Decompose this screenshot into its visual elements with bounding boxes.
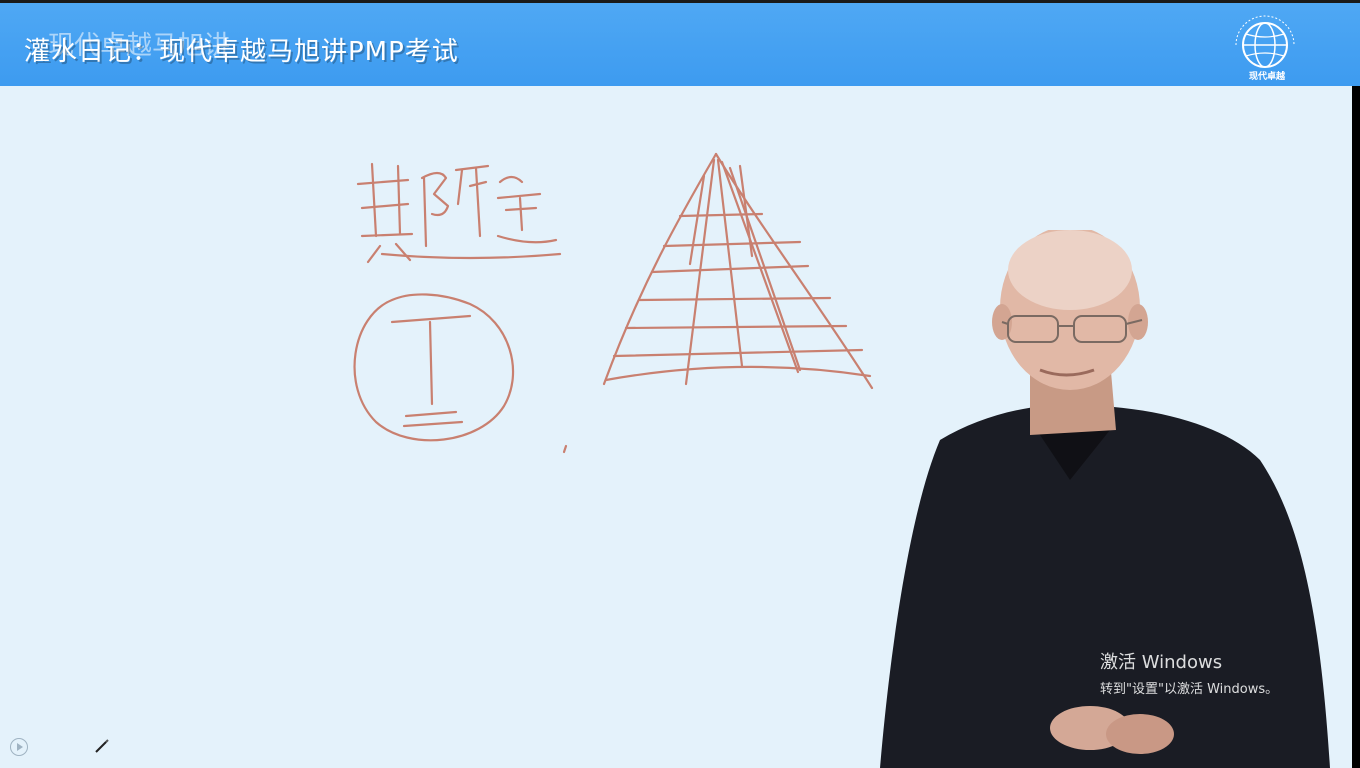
handwritten-characters [356,162,562,264]
watermark-line2: 转到"设置"以激活 Windows。 [1100,682,1279,697]
header-bar: 现代卓越马旭讲 灌水日记：现代卓越马旭讲PMP考试 现代卓越 [0,0,1360,86]
pyramid-sketch [602,152,874,390]
video-frame: 现代卓越马旭讲 灌水日记：现代卓越马旭讲PMP考试 现代卓越 激活 Window… [0,0,1360,768]
activation-watermark: 激活 Windows 转到"设置"以激活 Windows。 [1100,648,1278,697]
pen-icon[interactable] [94,738,110,754]
ink-dot [562,444,568,454]
header-title: 灌水日记：现代卓越马旭讲PMP考试 [24,37,459,67]
logo-label: 现代卓越 [1248,71,1285,81]
watermark-line1: 激活 Windows [1100,652,1223,673]
circled-symbol [353,293,515,442]
play-circle-icon[interactable] [10,738,28,756]
frame-edge [1352,86,1360,768]
